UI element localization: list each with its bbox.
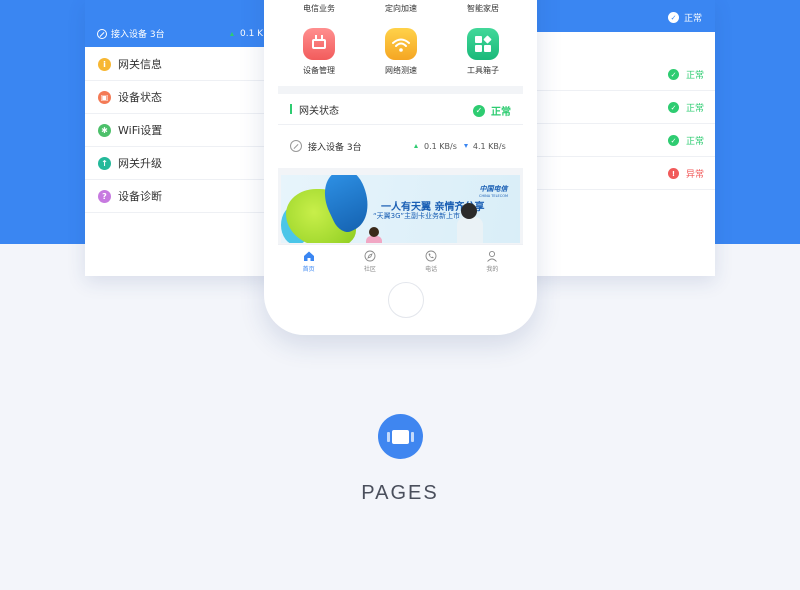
- link-icon: [97, 28, 107, 39]
- check-icon: ✓: [668, 102, 679, 113]
- compass-icon: [364, 250, 376, 261]
- connected-devices-row[interactable]: 接入设备 3台 0.1 KB/s 4.1 KB/s: [278, 125, 523, 167]
- tile-device-management[interactable]: 设备管理: [278, 28, 360, 76]
- service-telecom[interactable]: 电信业务: [278, 3, 360, 14]
- section-marker: [290, 104, 292, 114]
- tab-phone[interactable]: 电话: [401, 245, 462, 277]
- gateway-menu-panel: 接入设备 3台 0.1 KB/s i 网关信息 ▣ 设备状态 ✱ WiFi设置 …: [85, 0, 290, 276]
- status-label: 正常: [686, 104, 705, 114]
- service-grid: 电信业务 定向加速 智能家居 设备管理 网络测速 工具箱子: [278, 0, 523, 86]
- phone-icon: [425, 250, 437, 261]
- menu-item-device-status[interactable]: ▣ 设备状态: [85, 81, 290, 114]
- panel-header: ✓ 正常: [520, 0, 715, 32]
- side-menu: i 网关信息 ▣ 设备状态 ✱ WiFi设置 ↑ 网关升级 ? 设备诊断: [85, 48, 290, 213]
- tab-label: 我的: [486, 265, 499, 273]
- status-badge: ! 异常: [668, 167, 704, 180]
- bottom-tab-bar: 首页 社区 电话 我的: [278, 244, 523, 277]
- speed-readout: 0.1 KB/s 4.1 KB/s: [414, 142, 506, 151]
- user-icon: [487, 250, 498, 262]
- menu-item-label: 设备状态: [118, 91, 162, 104]
- check-icon: ✓: [473, 104, 485, 117]
- upload-arrow-icon: [230, 31, 234, 36]
- wifi-icon: [385, 28, 417, 60]
- check-icon: ✓: [668, 135, 679, 146]
- check-icon: ✓: [668, 12, 679, 23]
- tile-toolbox[interactable]: 工具箱子: [442, 28, 523, 76]
- tab-profile[interactable]: 我的: [462, 245, 523, 277]
- question-icon: ?: [98, 189, 111, 203]
- toolbox-icon: [467, 28, 499, 60]
- china-telecom-logo: 中国电信 CHINA TELECOM: [479, 185, 508, 198]
- info-icon: i: [98, 57, 111, 71]
- tile-label: 工具箱子: [467, 66, 499, 75]
- gateway-status-header[interactable]: 网关状态 ✓ 正常: [278, 94, 523, 125]
- tile-label: 设备管理: [303, 66, 335, 75]
- upgrade-icon: ↑: [98, 156, 111, 170]
- download-speed: 4.1 KB/s: [472, 141, 506, 151]
- menu-item-gateway-upgrade[interactable]: ↑ 网关升级: [85, 147, 290, 180]
- tab-label: 首页: [302, 265, 315, 273]
- phone-screen: 电信业务 定向加速 智能家居 设备管理 网络测速 工具箱子 网关状态 ✓ 正常 …: [278, 0, 523, 277]
- status-badge: ✓ 正常: [668, 68, 704, 81]
- link-icon: [290, 140, 302, 152]
- menu-item-wifi-settings[interactable]: ✱ WiFi设置: [85, 114, 290, 147]
- banner-figure: [369, 227, 379, 237]
- status-row[interactable]: ! 异常: [520, 157, 715, 190]
- check-icon: ✓: [668, 69, 679, 80]
- tile-label: 网络测速: [385, 66, 417, 75]
- banner-figure: [457, 217, 483, 243]
- status-row[interactable]: ✓ 正常: [520, 91, 715, 124]
- menu-item-label: 设备诊断: [118, 190, 162, 203]
- status-label: 正常: [686, 71, 705, 81]
- connected-devices-label: 接入设备 3台: [308, 142, 362, 153]
- pages-icon: [378, 414, 423, 459]
- service-acceleration[interactable]: 定向加速: [360, 3, 442, 14]
- header-status: ✓ 正常: [668, 11, 702, 24]
- menu-item-label: 网关升级: [118, 157, 162, 170]
- section-title: PAGES: [361, 482, 439, 504]
- banner-figure: [461, 203, 477, 219]
- menu-item-device-diagnosis[interactable]: ? 设备诊断: [85, 180, 290, 213]
- banner-subtitle: “天翼3G”主副卡业务新上市: [373, 212, 460, 220]
- gateway-status-card: 网关状态 ✓ 正常 接入设备 3台 0.1 KB/s 4.1 KB/s: [278, 94, 523, 168]
- download-arrow-icon: [463, 144, 468, 148]
- alert-icon: !: [668, 168, 679, 179]
- header-status-label: 正常: [684, 14, 703, 24]
- device-icon: ▣: [98, 90, 111, 104]
- tab-label: 电话: [425, 265, 438, 273]
- menu-item-label: WiFi设置: [118, 124, 163, 137]
- upload-speed: 0.1 KB/s: [424, 141, 457, 151]
- connected-devices-bar[interactable]: 接入设备 3台 0.1 KB/s: [85, 20, 290, 47]
- banner-figure: [366, 236, 382, 243]
- router-icon: [303, 28, 335, 60]
- status-row[interactable]: ✓ 正常: [520, 124, 715, 157]
- panel-header: [85, 0, 290, 20]
- home-icon: [303, 251, 314, 261]
- status-badge: ✓ 正常: [668, 101, 704, 114]
- phone-home-button[interactable]: [388, 282, 424, 318]
- menu-item-gateway-info[interactable]: i 网关信息: [85, 48, 290, 81]
- menu-item-label: 网关信息: [118, 58, 162, 71]
- status-badge: ✓ 正常: [668, 134, 704, 147]
- tile-speed-test[interactable]: 网络测速: [360, 28, 442, 76]
- promo-banner[interactable]: 一人有天翼 亲情齐分享 “天翼3G”主副卡业务新上市 中国电信 CHINA TE…: [281, 175, 520, 243]
- upload-arrow-icon: [414, 144, 418, 148]
- tab-label: 社区: [363, 265, 376, 273]
- gateway-status-title: 网关状态: [299, 105, 339, 117]
- status-row[interactable]: ✓ 正常: [520, 58, 715, 91]
- status-badge: ✓ 正常: [473, 103, 511, 118]
- connected-devices-label: 接入设备 3台: [111, 30, 165, 40]
- status-label: 正常: [491, 107, 511, 118]
- status-label: 异常: [686, 170, 705, 180]
- gear-icon: ✱: [98, 123, 111, 137]
- status-label: 正常: [686, 137, 705, 147]
- service-smart-home[interactable]: 智能家居: [442, 3, 523, 14]
- device-status-panel: ✓ 正常 ✓ 正常 ✓ 正常 ✓ 正常 ! 异常: [520, 0, 715, 276]
- tab-home[interactable]: 首页: [278, 245, 339, 277]
- tab-community[interactable]: 社区: [339, 245, 400, 277]
